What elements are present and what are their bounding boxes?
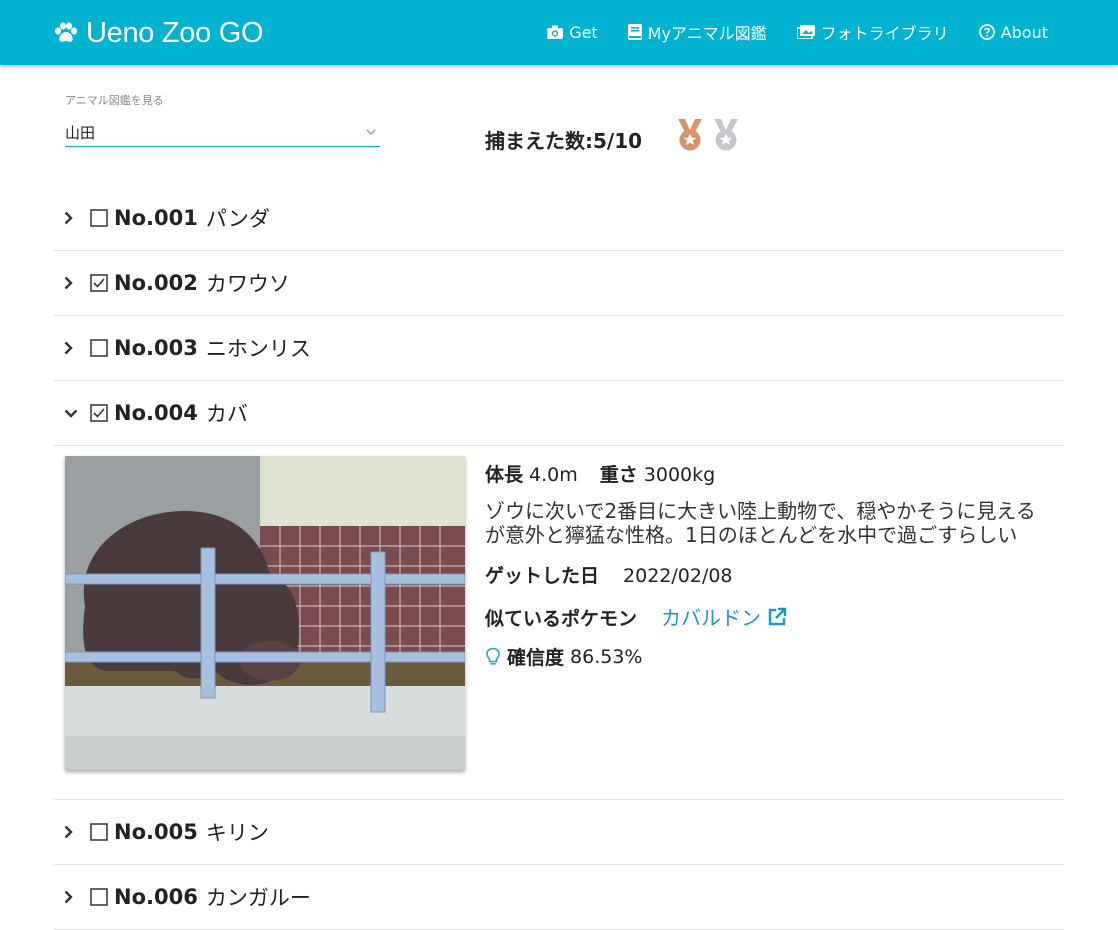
- checkbox-empty-icon: [90, 209, 108, 227]
- nav-about-label: About: [1000, 22, 1048, 42]
- nav-get[interactable]: Get: [547, 23, 598, 42]
- got-date-label: ゲットした日: [485, 565, 600, 587]
- animal-description: ゾウに次いで2番目に大きい陸上動物で、穏やかそうに見えるが意外と獰猛な性格。1日…: [485, 499, 1036, 547]
- animal-number: No.006: [114, 885, 198, 909]
- animal-number: No.001: [114, 206, 198, 230]
- animal-number: No.004: [114, 401, 198, 425]
- animal-name: カンガルー: [205, 886, 311, 910]
- select-label: アニマル図鑑を見る: [65, 94, 164, 107]
- chevron-right-icon[interactable]: [64, 211, 78, 225]
- nav-get-label: Get: [569, 22, 598, 42]
- confidence-value: 86.53%: [570, 645, 643, 668]
- caught-count: 捕まえた数:5/10: [485, 129, 643, 153]
- confidence-line: 確信度 86.53%: [485, 643, 1055, 670]
- app-header: Ueno Zoo GO Get Myアニマル図鑑 フォトライブラリ About: [0, 0, 1118, 65]
- animal-name: キリン: [205, 821, 269, 845]
- weight-value: 3000kg: [643, 464, 716, 486]
- weight-label: 重さ: [599, 464, 638, 486]
- checkbox-checked-icon: [90, 404, 108, 422]
- chevron-right-icon[interactable]: [64, 890, 78, 904]
- nav-photo-library-label: フォトライブラリ: [820, 24, 949, 43]
- nav-bar: Get Myアニマル図鑑 フォトライブラリ About: [517, 20, 1048, 44]
- length-value: 4.0m: [529, 464, 578, 486]
- pokemon-line: 似ているポケモン カバルドン: [485, 602, 1055, 631]
- got-date-line: ゲットした日 2022/02/08: [485, 561, 1055, 588]
- animal-name: パンダ: [205, 207, 270, 231]
- nav-my-zukan-label: Myアニマル図鑑: [647, 24, 767, 43]
- size-line: 体長 4.0m 重さ 3000kg: [485, 460, 1055, 487]
- list-item[interactable]: No.001 パンダ: [54, 186, 1064, 251]
- nav-photo-library[interactable]: フォトライブラリ: [796, 20, 949, 44]
- checkbox-empty-icon: [90, 823, 108, 841]
- animal-detail-panel: 体長 4.0m 重さ 3000kg ゾウに次いで2番目に大きい陸上動物で、穏やか…: [54, 446, 1064, 800]
- book-icon: [627, 24, 642, 40]
- owner-dropdown[interactable]: 山田: [65, 118, 380, 147]
- pokemon-name: カバルドン: [661, 606, 762, 630]
- list-item[interactable]: No.005 キリン: [54, 800, 1064, 865]
- list-item-expanded[interactable]: No.004 カバ: [54, 381, 1064, 446]
- chevron-right-icon[interactable]: [64, 341, 78, 355]
- brand[interactable]: Ueno Zoo GO: [54, 15, 264, 51]
- nav-my-zukan[interactable]: Myアニマル図鑑: [627, 20, 767, 44]
- paw-icon: [55, 22, 77, 42]
- owner-value: 山田: [65, 123, 96, 142]
- got-date-value: 2022/02/08: [623, 565, 733, 587]
- camera-icon: [547, 25, 564, 39]
- animal-name: ニホンリス: [205, 337, 311, 361]
- animal-name: カバ: [205, 402, 248, 426]
- external-link-icon: [768, 607, 787, 625]
- confidence-label: 確信度: [507, 647, 565, 669]
- pokemon-link[interactable]: カバルドン: [661, 602, 787, 631]
- lightbulb-icon: [486, 647, 500, 665]
- animal-number: No.003: [114, 336, 198, 360]
- bronze-medal-icon: [678, 119, 702, 151]
- checkbox-empty-icon: [90, 339, 108, 357]
- checkbox-checked-icon: [90, 274, 108, 292]
- chevron-down-icon[interactable]: [64, 409, 78, 418]
- photo-library-icon: [796, 25, 815, 39]
- nav-about[interactable]: About: [978, 22, 1048, 42]
- help-circle-icon: [978, 24, 995, 40]
- zukan-owner-select: アニマル図鑑を見る 山田: [65, 92, 380, 147]
- animal-photo[interactable]: [65, 456, 465, 770]
- checkbox-empty-icon: [90, 888, 108, 906]
- animal-list: No.001 パンダ No.002 カワウソ No.003 ニホンリス No.0…: [54, 186, 1064, 930]
- chevron-down-icon: [366, 129, 376, 135]
- pokemon-label: 似ているポケモン: [485, 608, 638, 630]
- animal-info: 体長 4.0m 重さ 3000kg ゾウに次いで2番目に大きい陸上動物で、穏やか…: [485, 460, 1055, 670]
- hippo-photo: [65, 456, 465, 770]
- list-item[interactable]: No.002 カワウソ: [54, 251, 1064, 316]
- animal-number: No.005: [114, 820, 198, 844]
- medals: [674, 118, 746, 152]
- list-item[interactable]: No.003 ニホンリス: [54, 316, 1064, 381]
- length-label: 体長: [485, 464, 524, 486]
- app-title: Ueno Zoo GO: [86, 16, 264, 49]
- chevron-right-icon[interactable]: [64, 276, 78, 290]
- list-item[interactable]: No.006 カンガルー: [54, 865, 1064, 930]
- silver-medal-icon: [714, 119, 738, 151]
- animal-number: No.002: [114, 271, 198, 295]
- animal-name: カワウソ: [205, 272, 290, 296]
- chevron-right-icon[interactable]: [64, 825, 78, 839]
